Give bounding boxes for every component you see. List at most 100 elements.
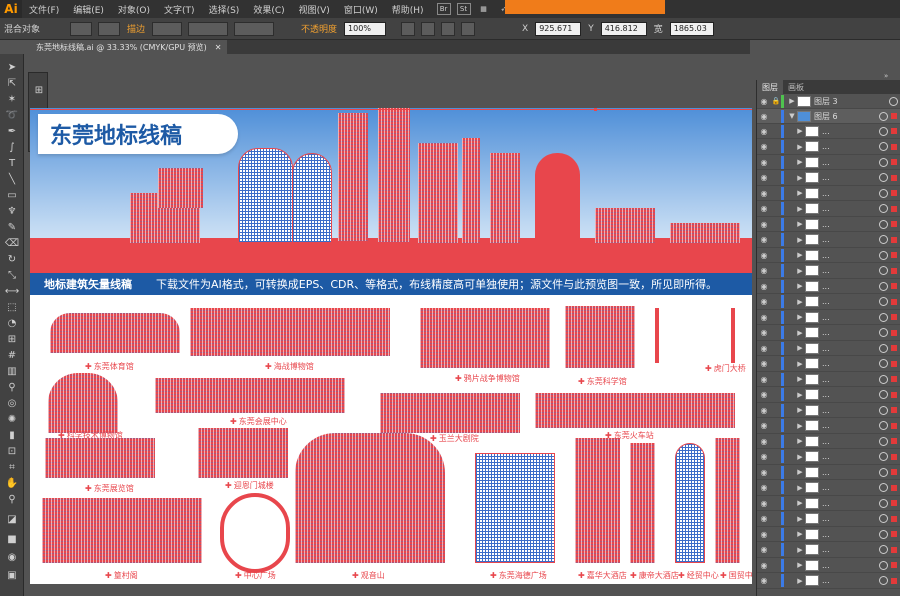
visibility-eye-icon[interactable]: ◉ — [757, 220, 771, 229]
sublayer-row[interactable]: ◉ ▶... — [757, 496, 900, 511]
sublayer-name[interactable]: ... — [822, 282, 879, 291]
magic-wand-icon[interactable]: ✶ — [4, 92, 20, 106]
target-circle-icon[interactable] — [879, 328, 888, 337]
layer-name[interactable]: 图层 3 — [814, 96, 889, 107]
variable-width-select[interactable] — [188, 21, 229, 36]
grid-icon[interactable] — [461, 21, 476, 36]
workspace-switcher[interactable] — [505, 0, 665, 14]
visibility-eye-icon[interactable]: ◉ — [757, 235, 771, 244]
target-circle-icon[interactable] — [879, 405, 888, 415]
stock-icon[interactable]: St — [456, 3, 471, 15]
sublayer-name[interactable]: ... — [822, 530, 879, 539]
target-circle-icon[interactable] — [879, 374, 888, 384]
selected-art-indicator[interactable] — [891, 143, 897, 150]
target-circle-icon[interactable] — [879, 111, 888, 121]
sublayer-name[interactable]: ... — [822, 545, 879, 554]
chevron-right-icon[interactable]: ▶ — [795, 329, 805, 337]
visibility-eye-icon[interactable]: ◉ — [757, 375, 771, 384]
target-circle-icon[interactable] — [879, 235, 888, 244]
stroke-label[interactable]: 描边 — [123, 22, 149, 35]
selected-art-indicator[interactable] — [891, 205, 897, 212]
target-circle-icon[interactable] — [879, 560, 888, 570]
opacity-label[interactable]: 不透明度 — [297, 22, 341, 35]
chevron-right-icon[interactable]: ▶ — [795, 530, 805, 538]
visibility-eye-icon[interactable]: ◉ — [757, 173, 771, 182]
visibility-eye-icon[interactable]: ◉ — [757, 437, 771, 446]
target-circle-icon[interactable] — [879, 312, 888, 322]
selected-art-indicator[interactable] — [891, 159, 897, 165]
eyedropper-icon[interactable]: ⚲ — [4, 380, 20, 394]
visibility-eye-icon[interactable]: ◉ — [757, 328, 771, 337]
target-circle-icon[interactable] — [879, 390, 888, 399]
chevron-right-icon[interactable]: ▶ — [795, 298, 805, 306]
selected-art-indicator[interactable] — [891, 128, 897, 134]
selected-art-indicator[interactable] — [891, 500, 897, 506]
sublayer-name[interactable]: ... — [822, 468, 879, 477]
visibility-eye-icon[interactable]: ◉ — [757, 468, 771, 477]
selected-art-indicator[interactable] — [891, 252, 897, 258]
selected-art-indicator[interactable] — [891, 391, 897, 398]
selected-art-indicator[interactable] — [891, 298, 897, 305]
sublayer-row[interactable]: ◉ ▶... — [757, 512, 900, 527]
sublayer-row[interactable]: ◉ ▶... — [757, 450, 900, 465]
target-circle-icon[interactable] — [879, 297, 888, 306]
layer-row[interactable]: ◉ 🔒 ▶ 图层 3 — [757, 94, 900, 109]
sublayer-row[interactable]: ◉ ▶... — [757, 481, 900, 496]
target-circle-icon[interactable] — [879, 483, 888, 492]
selected-art-indicator[interactable] — [891, 314, 897, 320]
visibility-eye-icon[interactable]: ◉ — [757, 421, 771, 430]
selected-art-indicator[interactable] — [891, 531, 897, 537]
sublayer-name[interactable]: ... — [822, 220, 879, 229]
visibility-eye-icon[interactable]: ◉ — [757, 282, 771, 291]
visibility-eye-icon[interactable]: ◉ — [757, 344, 771, 353]
y-field[interactable]: 416.812 — [600, 21, 647, 36]
visibility-eye-icon[interactable]: ◉ — [757, 561, 771, 570]
target-circle-icon[interactable] — [879, 529, 888, 539]
visibility-eye-icon[interactable]: ◉ — [757, 576, 771, 585]
sublayer-name[interactable]: ... — [822, 142, 879, 151]
sublayer-name[interactable]: ... — [822, 576, 879, 585]
sublayer-row[interactable]: ◉ ▶... — [757, 403, 900, 418]
rectangle-tool-icon[interactable]: ▭ — [4, 188, 20, 202]
sublayer-row[interactable]: ◉ ▶... — [757, 124, 900, 139]
paintbrush-icon[interactable]: ♆ — [4, 204, 20, 218]
sublayer-row[interactable]: ◉ ▶... — [757, 465, 900, 480]
sublayer-row[interactable]: ◉ ▶... — [757, 233, 900, 248]
chevron-right-icon[interactable]: ▶ — [795, 205, 805, 213]
chevron-right-icon[interactable]: ▶ — [795, 515, 805, 523]
sublayer-row[interactable]: ◉ ▶... — [757, 248, 900, 263]
sublayer-name[interactable]: ... — [822, 344, 879, 353]
direct-selection-tool-icon[interactable]: ⇱ — [4, 76, 20, 90]
scale-tool-icon[interactable]: ⤡ — [4, 268, 20, 282]
opacity-field[interactable]: 100% — [344, 21, 387, 36]
sublayer-name[interactable]: ... — [822, 235, 879, 244]
menu-item[interactable]: 文件(F) — [22, 3, 66, 16]
perspective-grid-icon[interactable]: ⊞ — [4, 332, 20, 346]
visibility-eye-icon[interactable]: ◉ — [757, 112, 771, 121]
collapse-panels-icon[interactable]: » — [884, 72, 900, 80]
target-circle-icon[interactable] — [879, 204, 888, 213]
selected-art-indicator[interactable] — [891, 329, 897, 336]
chevron-right-icon[interactable]: ▶ — [795, 406, 805, 414]
visibility-eye-icon[interactable]: ◉ — [757, 359, 771, 368]
sublayer-name[interactable]: ... — [822, 406, 879, 415]
selected-art-indicator[interactable] — [891, 438, 897, 444]
chevron-right-icon[interactable]: ▶ — [795, 236, 805, 244]
sublayer-name[interactable]: ... — [822, 297, 879, 306]
screen-mode-icon[interactable]: ▣ — [4, 568, 20, 582]
target-circle-icon[interactable] — [879, 436, 888, 446]
visibility-eye-icon[interactable]: ◉ — [757, 127, 771, 136]
transform-icon[interactable] — [441, 21, 456, 36]
menu-item[interactable]: 帮助(H) — [385, 3, 431, 16]
sublayer-name[interactable]: ... — [822, 514, 879, 523]
menu-item[interactable]: 窗口(W) — [337, 3, 385, 16]
sublayer-name[interactable]: ... — [822, 313, 879, 322]
lock-icon[interactable]: 🔒 — [771, 97, 781, 105]
sublayer-name[interactable]: ... — [822, 173, 879, 182]
target-circle-icon[interactable] — [879, 514, 888, 523]
visibility-eye-icon[interactable]: ◉ — [757, 452, 771, 461]
mesh-tool-icon[interactable]: # — [4, 348, 20, 362]
selected-art-indicator[interactable] — [891, 484, 897, 491]
visibility-eye-icon[interactable]: ◉ — [757, 499, 771, 508]
selected-art-indicator[interactable] — [891, 113, 897, 119]
